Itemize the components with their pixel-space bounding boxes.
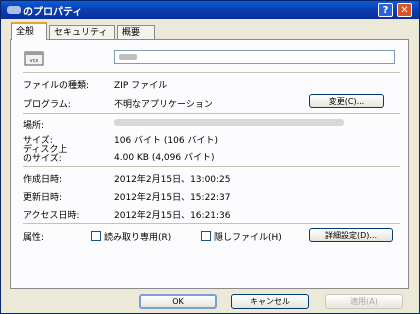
disk-size-value: 4.00 KB (4,096 バイト) — [114, 153, 215, 163]
created-label: 作成日時: — [23, 175, 63, 185]
modified-value: 2012年2月15日、15:22:37 — [114, 193, 231, 203]
accessed-value: 2012年2月15日、16:21:36 — [114, 211, 231, 221]
hidden-label[interactable]: 隠しファイル(H) — [214, 230, 282, 243]
created-value: 2012年2月15日、13:00:25 — [114, 175, 231, 185]
properties-dialog: のプロパティ ? ✕ 全般 セキュリティ 概要 vcx ファイルの種類: ZIP… — [0, 0, 420, 314]
divider — [23, 113, 400, 115]
program-label: プログラム: — [23, 100, 71, 110]
readonly-checkbox[interactable] — [91, 231, 101, 241]
divider — [23, 72, 400, 74]
modified-label: 更新日時: — [23, 193, 63, 203]
help-icon: ? — [382, 4, 389, 16]
ok-button[interactable]: OK — [139, 294, 217, 309]
advanced-button[interactable]: 詳細設定(D)... — [309, 228, 393, 242]
disk-size-label-line2: のサイズ: — [23, 154, 62, 164]
redacted-location-value — [114, 119, 344, 126]
divider — [23, 223, 400, 225]
title-bar[interactable]: のプロパティ ? ✕ — [1, 1, 419, 19]
location-label: 場所: — [23, 121, 45, 131]
redacted-filename — [7, 6, 21, 14]
apply-button[interactable]: 適用(A) — [325, 294, 403, 309]
hidden-checkbox[interactable] — [201, 231, 211, 241]
tab-summary[interactable]: 概要 — [117, 25, 155, 39]
attributes-label: 属性: — [23, 233, 45, 243]
filename-input[interactable] — [114, 50, 395, 64]
help-button[interactable]: ? — [378, 3, 393, 17]
file-icon-text: vcx — [30, 58, 39, 64]
file-type-label: ファイルの種類: — [23, 81, 90, 91]
disk-size-label: ディスク上 のサイズ: — [23, 146, 67, 164]
size-value: 106 バイト (106 バイト) — [114, 136, 218, 146]
file-type-value: ZIP ファイル — [114, 81, 168, 91]
close-icon: ✕ — [400, 4, 409, 16]
divider — [23, 166, 400, 168]
cancel-button[interactable]: キャンセル — [231, 294, 309, 309]
readonly-label[interactable]: 読み取り専用(R) — [104, 230, 171, 243]
program-value: 不明なアプリケーション — [114, 100, 213, 110]
tab-security[interactable]: セキュリティ — [49, 25, 115, 39]
tab-general[interactable]: 全般 — [11, 22, 47, 40]
window-title: のプロパティ — [23, 7, 83, 18]
change-button[interactable]: 変更(C)... — [309, 94, 384, 108]
general-tab-panel: vcx ファイルの種類: ZIP ファイル プログラム: 不明なアプリケーション… — [10, 39, 409, 289]
accessed-label: アクセス日時: — [23, 211, 80, 221]
close-button[interactable]: ✕ — [397, 3, 412, 17]
file-icon: vcx — [24, 48, 44, 68]
redacted-name-value — [119, 54, 137, 60]
